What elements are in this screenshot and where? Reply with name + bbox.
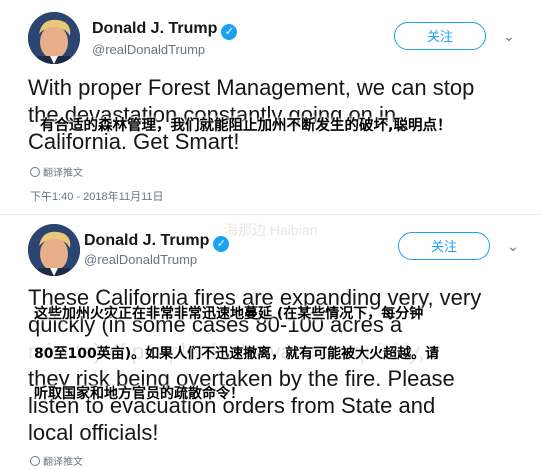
follow-button[interactable]: 关注 [398,232,490,260]
chevron-down-icon[interactable]: ⌄ [500,27,518,45]
translation-caption: 80至100英亩)。如果人们不迅速撤离，就有可能被大火超越。请 [34,346,440,362]
tweet-timestamp[interactable]: 下午1:40 - 2018年11月11日 [30,188,164,204]
author-name[interactable]: Donald J. Trump ✓ [92,20,238,40]
author-handle[interactable]: @realDonaldTrump [84,252,197,267]
verified-badge-icon: ✓ [213,236,230,252]
author-handle[interactable]: @realDonaldTrump [92,42,205,57]
author-name[interactable]: Donald J. Trump ✓ [84,232,230,252]
translation-caption: 这些加州火灾正在非常非常迅速地蔓延 (在某些情况下，每分钟 [34,306,424,322]
avatar-image [28,12,80,64]
translate-tweet-link[interactable]: 翻译推文 [30,164,83,179]
tweet-divider [0,214,542,215]
translation-caption: 有合适的森林管理，我们就能阻止加州不断发生的破坏,聪明点！ [40,118,452,134]
globe-icon [30,456,40,466]
watermark: 海那边 Haibian [224,222,318,238]
verified-badge-icon: ✓ [221,24,238,40]
avatar-image [28,224,80,276]
follow-button[interactable]: 关注 [394,22,486,50]
translation-caption: 听取国家和地方官员的疏散命令！ [34,386,244,402]
tweet-text-line: local officials! [28,420,159,445]
avatar[interactable] [28,224,80,276]
avatar[interactable] [28,12,80,64]
globe-icon [30,167,40,177]
translate-tweet-link[interactable]: 翻译推文 [30,453,83,468]
chevron-down-icon[interactable]: ⌄ [504,237,522,255]
tweet-text-line: With proper Forest Management, we can st… [28,75,475,100]
